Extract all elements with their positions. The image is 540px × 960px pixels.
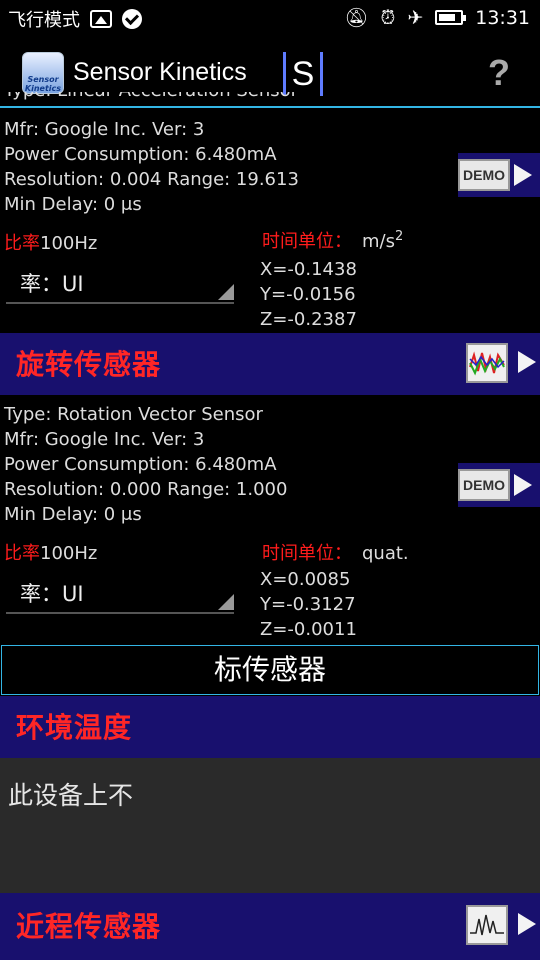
- x-value: X=-0.1438: [260, 259, 357, 280]
- demo-button[interactable]: DEMO: [458, 463, 540, 507]
- z-value: Z=-0.0011: [260, 619, 357, 640]
- alarm-icon: ⏰︎: [380, 6, 396, 29]
- y-value: Y=-0.0156: [260, 284, 356, 305]
- graph-icon: [466, 905, 508, 945]
- z-value: Z=-0.2387: [260, 309, 357, 330]
- sensor-resolution: Resolution: 0.004 Range: 19.613: [4, 169, 299, 190]
- sensor-min-delay: Min Delay: 0 μs: [4, 504, 142, 525]
- rotation-sensor-header[interactable]: 旋转传感器: [0, 333, 540, 395]
- app-mark-icon: S: [283, 52, 323, 96]
- status-bar: 飞行模式 🔕︎ ⏰︎ ✈ 13:31: [0, 0, 540, 38]
- rate-label: 比率100Hz: [4, 543, 98, 564]
- proximity-sensor-header[interactable]: 近程传感器: [0, 893, 540, 960]
- sensor-min-delay: Min Delay: 0 μs: [4, 194, 142, 215]
- sensor-mfr: Mfr: Google Inc. Ver: 3: [4, 429, 205, 450]
- x-value: X=0.0085: [260, 569, 351, 590]
- graph-button[interactable]: [466, 903, 536, 949]
- clock: 13:31: [475, 6, 530, 29]
- rate-spinner[interactable]: 率：UI: [6, 572, 234, 614]
- standard-sensors-header: 标传感器: [1, 645, 539, 695]
- sensor-mfr: Mfr: Google Inc. Ver: 3: [4, 119, 205, 140]
- rate-label: 比率100Hz: [4, 233, 98, 254]
- battery-icon: [435, 10, 467, 25]
- sensor-type: Type: Rotation Vector Sensor: [4, 404, 263, 425]
- image-icon: [90, 10, 112, 28]
- not-available-panel: 此设备上不: [0, 758, 540, 894]
- sensor-power: Power Consumption: 6.480mA: [4, 454, 277, 475]
- ambient-temperature-header[interactable]: 环境温度: [0, 696, 540, 758]
- axis-readout: X=0.0085 Y=-0.3127 Z=-0.0011: [260, 567, 357, 642]
- rate-spinner[interactable]: 率：UI: [6, 262, 234, 304]
- axis-readout: X=-0.1438 Y=-0.0156 Z=-0.2387: [260, 257, 357, 332]
- play-icon: [518, 913, 536, 935]
- units-label: 时间单位： m/s2: [262, 229, 404, 252]
- units-label: 时间单位： quat.: [262, 543, 409, 564]
- muted-bell-icon: 🔕︎: [344, 7, 369, 29]
- airplane-mode-label: 飞行模式: [8, 10, 80, 31]
- not-available-message: 此设备上不: [8, 781, 134, 810]
- check-circle-icon: [122, 9, 142, 29]
- graph-button[interactable]: [466, 341, 536, 387]
- play-icon: [518, 351, 536, 373]
- help-button[interactable]: ?: [488, 52, 510, 94]
- play-icon: [514, 164, 532, 186]
- app-title: Sensor Kinetics: [73, 58, 247, 86]
- graph-icon: [466, 343, 508, 383]
- app-logo-icon: Sensor Kinetics: [22, 52, 64, 94]
- demo-button[interactable]: DEMO: [458, 153, 540, 197]
- y-value: Y=-0.3127: [260, 594, 356, 615]
- sensor-power: Power Consumption: 6.480mA: [4, 144, 277, 165]
- play-icon: [514, 474, 532, 496]
- sensor-resolution: Resolution: 0.000 Range: 1.000: [4, 479, 288, 500]
- airplane-icon: ✈: [407, 6, 424, 29]
- sensor-type-partial: Type: Linear Acceleration Sensor: [4, 92, 364, 110]
